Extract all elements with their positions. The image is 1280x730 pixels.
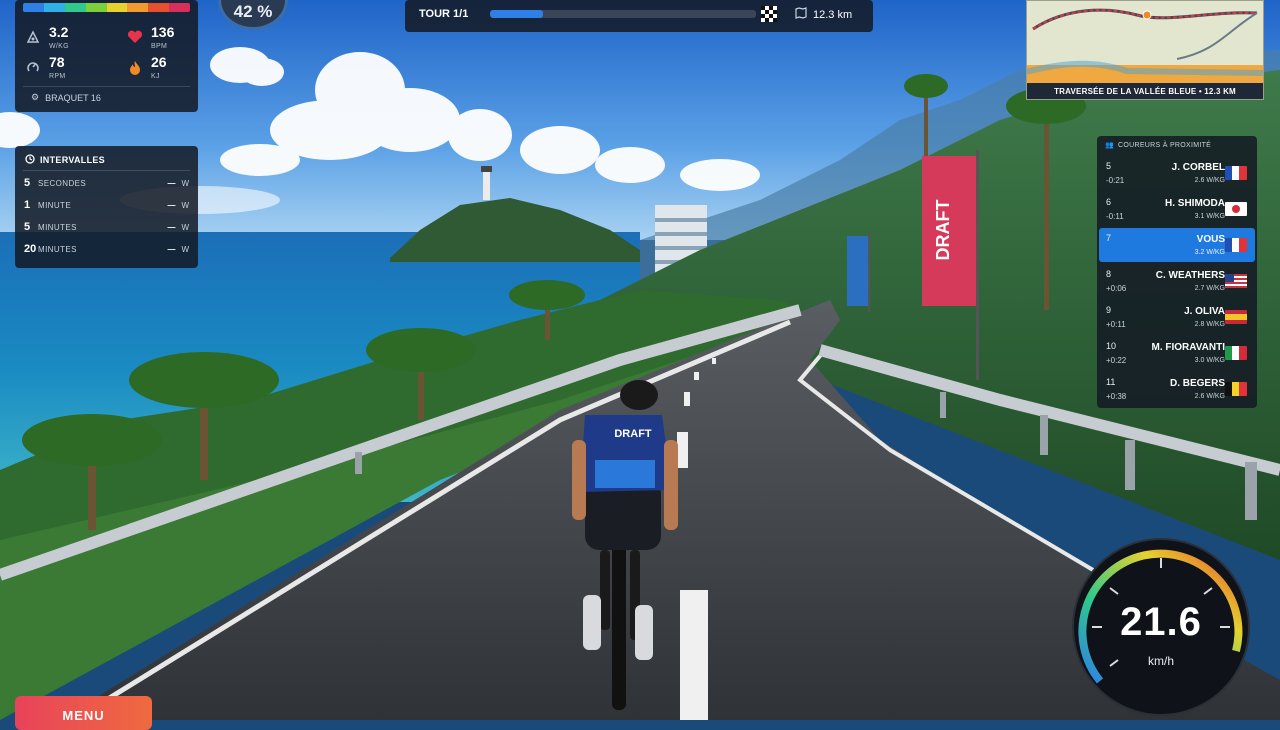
interval-row: 5 SECONDES — W: [24, 177, 189, 189]
rider-position-marker: [1142, 10, 1152, 20]
rider-gap: +0:38: [1106, 392, 1127, 401]
rider-name: M. FIORAVANTI: [1151, 342, 1225, 353]
route-minimap[interactable]: TRAVERSÉE DE LA VALLÉE BLEUE • 12.3 KM: [1026, 0, 1264, 100]
interval-row: 1 MINUTE — W: [24, 199, 189, 211]
flag-us-icon: [1225, 274, 1247, 288]
rider-wkg: 2.7 W/KG: [1194, 285, 1225, 292]
flag-fr-icon: [1225, 166, 1247, 180]
cadence-stat: 78 RPM: [25, 54, 65, 80]
finish-flag-icon: [761, 6, 777, 27]
interval-row: 5 MINUTES — W: [24, 221, 189, 233]
flag-it-icon: [1225, 346, 1247, 360]
rider-wkg: 3.2 W/KG: [1194, 249, 1225, 256]
flag-fr-icon: [1225, 238, 1247, 252]
lap-counter: TOUR 1/1: [419, 8, 469, 20]
nearby-riders-panel: 👥 COUREURS À PROXIMITÉ 5 -0:21 J. CORBEL 2.…: [1097, 136, 1257, 408]
rider-row: 10 +0:22 M. FIORAVANTI 3.0 W/KG: [1099, 336, 1255, 370]
rider-gap: -0:11: [1106, 212, 1124, 221]
flag-be-icon: [1225, 382, 1247, 396]
rider-gap: -0:21: [1106, 176, 1125, 185]
route-distance-icon: [795, 7, 807, 22]
rider-row: 8 +0:06 C. WEATHERS 2.7 W/KG: [1099, 264, 1255, 298]
heart-rate-stat: 136 BPM: [127, 24, 174, 50]
gear-icon: ⚙: [31, 92, 40, 102]
gear-indicator: ⚙ BRAQUET 16: [31, 92, 101, 103]
speed-value: 21.6: [1120, 600, 1202, 644]
lighthouse: [483, 170, 490, 200]
rider-row-self: 7 VOUS 3.2 W/KG: [1099, 228, 1255, 262]
rider-gap: +0:06: [1106, 284, 1127, 293]
power-stat: 3.2 W/KG: [25, 24, 69, 50]
rider-wkg: 3.0 W/KG: [1194, 357, 1225, 364]
svg-text:DRAFT: DRAFT: [933, 200, 953, 261]
rider-wkg: 2.6 W/KG: [1194, 177, 1225, 184]
rider-position: 5: [1106, 161, 1112, 171]
people-icon: 👥: [1105, 142, 1115, 149]
rider-position: 9: [1106, 305, 1112, 315]
rider-row: 9 +0:11 J. OLIVA 2.8 W/KG: [1099, 300, 1255, 334]
rider-name: VOUS: [1196, 234, 1225, 245]
ride-stats-panel: 3.2 W/KG 136 BPM 78 RPM 26 KJ ⚙ BRAQUET 16: [15, 0, 198, 112]
rider-name: J. CORBEL: [1171, 162, 1225, 173]
rider-position: 11: [1106, 377, 1116, 387]
route-progress-fill: [490, 10, 544, 18]
rider-position: 8: [1106, 269, 1112, 279]
clock-icon: [25, 154, 35, 166]
route-distance: 12.3 km: [813, 8, 853, 21]
menu-button[interactable]: MENU: [15, 696, 152, 730]
rider-name: C. WEATHERS: [1155, 270, 1225, 281]
minimap-caption: TRAVERSÉE DE LA VALLÉE BLEUE • 12.3 KM: [1054, 86, 1236, 96]
energy-stat: 26 KJ: [127, 54, 167, 80]
menu-label: MENU: [62, 708, 105, 723]
flag-es-icon: [1225, 310, 1247, 324]
intervals-panel: INTERVALLES 5 SECONDES — W 1 MINUTE — W 5 MINUT…: [15, 146, 198, 268]
rider-name: D. BEGERS: [1169, 378, 1225, 389]
lap-progress-bar: TOUR 1/1 12.3 km: [405, 0, 873, 32]
intervals-title: INTERVALLES: [40, 155, 105, 165]
rider-gap: +0:11: [1106, 320, 1126, 329]
cadence-icon: [25, 59, 41, 75]
rider-row: 11 +0:38 D. BEGERS 2.6 W/KG: [1099, 372, 1255, 406]
rider-wkg: 2.8 W/KG: [1194, 321, 1225, 328]
rider-wkg: 2.6 W/KG: [1194, 393, 1225, 400]
riders-title: COUREURS À PROXIMITÉ: [1118, 141, 1212, 149]
interval-row: 20 MINUTES — W: [24, 243, 189, 255]
rider-wkg: 3.1 W/KG: [1194, 213, 1225, 220]
rider-position: 6: [1106, 197, 1112, 207]
flame-icon: [127, 59, 143, 75]
minimap-route: [1027, 1, 1263, 85]
flag-jp-icon: [1225, 202, 1247, 216]
rider-gap: +0:22: [1106, 356, 1127, 365]
power-icon: [25, 29, 41, 45]
rider-position: 7: [1106, 233, 1112, 243]
speed-unit: km/h: [1147, 654, 1174, 668]
rider-position: 10: [1106, 341, 1117, 351]
rider-row: 5 -0:21 J. CORBEL 2.6 W/KG: [1099, 156, 1255, 190]
rider-row: 6 -0:11 H. SHIMODA 3.1 W/KG: [1099, 192, 1255, 226]
route-progress-track: [490, 10, 756, 18]
rider-name: J. OLIVA: [1184, 306, 1225, 317]
rider-name: H. SHIMODA: [1165, 198, 1225, 209]
heart-icon: [127, 29, 143, 45]
svg-text:DRAFT: DRAFT: [614, 428, 652, 440]
power-zone-bar: [23, 3, 190, 12]
